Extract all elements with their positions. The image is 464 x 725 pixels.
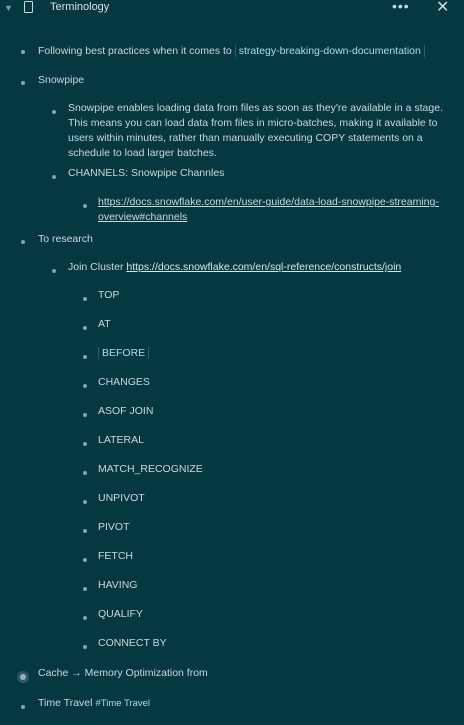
- construct-item: UNPIVOT: [98, 492, 145, 504]
- join-cluster-label: Join Cluster: [68, 261, 124, 273]
- time-travel-label: Time Travel: [38, 697, 93, 709]
- collapse-chevron-icon[interactable]: ▼: [4, 3, 13, 13]
- outline-item-time-travel: Time Travel #Time Travel: [38, 697, 150, 709]
- bullet-icon[interactable]: [83, 529, 87, 533]
- outline-item-snowpipe: Snowpipe: [38, 74, 85, 86]
- bullet-icon[interactable]: [83, 500, 87, 504]
- snowpipe-description: Snowpipe enables loading data from files…: [68, 102, 443, 159]
- channels-link[interactable]: https://docs.snowflake.com/en/user-guide…: [98, 195, 458, 225]
- bullet-icon[interactable]: [83, 326, 87, 330]
- bullet-icon[interactable]: [83, 297, 87, 301]
- construct-item: BEFORE: [98, 347, 150, 359]
- bullet-icon[interactable]: [83, 355, 87, 359]
- bullet-icon[interactable]: [52, 175, 56, 179]
- construct-item: CONNECT BY: [98, 637, 167, 649]
- bullet-icon[interactable]: [83, 558, 87, 562]
- bullet-icon[interactable]: [21, 81, 25, 85]
- construct-item: ASOF JOIN: [98, 405, 154, 417]
- bullet-icon[interactable]: [21, 705, 25, 709]
- bullet-icon[interactable]: [83, 384, 87, 388]
- close-icon[interactable]: ✕: [436, 0, 449, 17]
- construct-item: HAVING: [98, 579, 138, 591]
- bullet-icon[interactable]: [83, 471, 87, 475]
- bullet-icon[interactable]: [83, 645, 87, 649]
- outline-item-channels: CHANNELS: Snowpipe Channles: [68, 167, 225, 179]
- bullet-icon[interactable]: [83, 442, 87, 446]
- join-docs-link[interactable]: https://docs.snowflake.com/en/sql-refere…: [126, 261, 401, 273]
- bullet-icon[interactable]: [20, 674, 26, 680]
- construct-item: PIVOT: [98, 521, 130, 533]
- outline-item-to-research: To research: [38, 233, 93, 245]
- construct-item: CHANGES: [98, 376, 150, 388]
- hashtag[interactable]: #Time Travel: [95, 698, 150, 709]
- outline-item-text: Following best practices when it comes t…: [38, 45, 232, 57]
- bullet-icon[interactable]: [83, 587, 87, 591]
- page-title: Terminology: [50, 1, 110, 13]
- document-icon: [24, 1, 33, 13]
- construct-item: MATCH_RECOGNIZE: [98, 463, 203, 475]
- bullet-icon[interactable]: [21, 50, 25, 54]
- outline-item-join-cluster: Join Cluster https://docs.snowflake.com/…: [68, 261, 401, 273]
- outline-item-best-practices: Following best practices when it comes t…: [38, 45, 425, 57]
- bullet-icon[interactable]: [52, 110, 56, 114]
- panel-header: ▼ Terminology ••• ✕: [0, 0, 464, 26]
- more-options-icon[interactable]: •••: [392, 0, 410, 14]
- outline-item-cache: Cache → Memory Optimization from: [38, 667, 208, 679]
- construct-item: FETCH: [98, 550, 133, 562]
- bullet-icon[interactable]: [83, 204, 87, 208]
- link-tag[interactable]: strategy-breaking-down-documentation: [234, 45, 425, 57]
- construct-item: TOP: [98, 289, 120, 301]
- construct-item: QUALIFY: [98, 608, 143, 620]
- bullet-icon[interactable]: [52, 269, 56, 273]
- construct-item: AT: [98, 318, 111, 330]
- bullet-icon[interactable]: [83, 413, 87, 417]
- bullet-icon[interactable]: [21, 240, 25, 244]
- construct-item: LATERAL: [98, 434, 144, 446]
- bullet-icon[interactable]: [83, 616, 87, 620]
